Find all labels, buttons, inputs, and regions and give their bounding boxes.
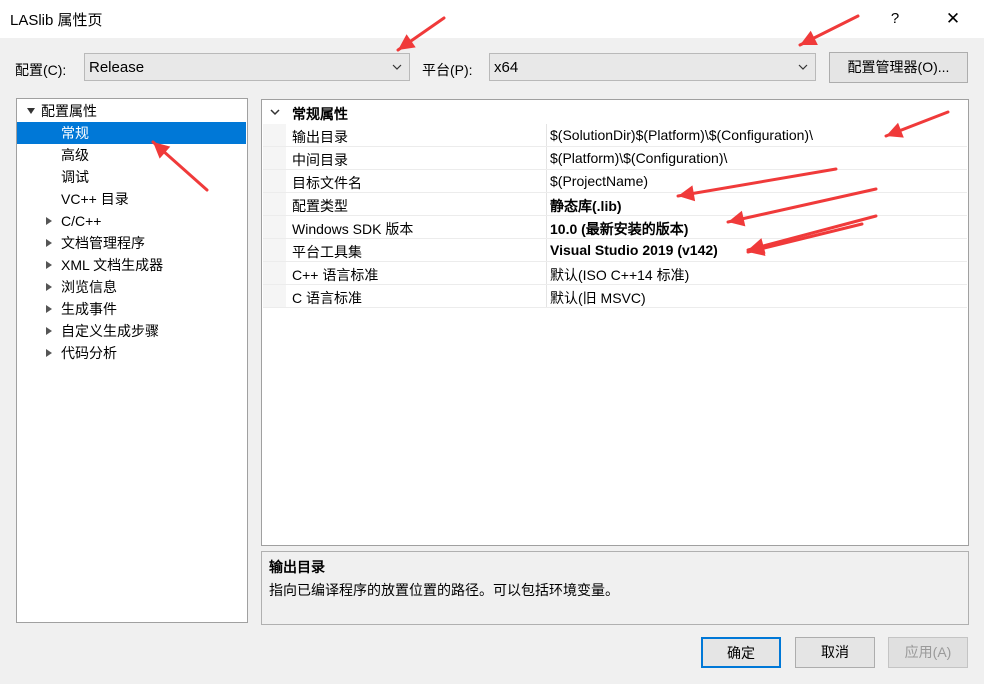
property-name: C++ 语言标准 [292, 267, 379, 283]
title-bar: LASlib 属性页 ? ✕ [0, 0, 984, 38]
tree-item[interactable]: 文档管理程序 [17, 232, 246, 254]
config-value: Release [89, 59, 145, 76]
property-value[interactable]: $(SolutionDir)$(Platform)\$(Configuratio… [550, 127, 813, 143]
tree-item-label: 自定义生成步骤 [61, 323, 159, 339]
column-divider[interactable] [546, 262, 547, 284]
property-name: 平台工具集 [292, 244, 362, 260]
property-name: C 语言标准 [292, 290, 362, 306]
column-divider[interactable] [546, 124, 547, 146]
row-gutter [263, 239, 286, 261]
property-name: 配置类型 [292, 198, 348, 214]
tree-item-label: 调试 [61, 169, 89, 185]
row-gutter [263, 147, 286, 169]
tree-item-label: 代码分析 [61, 345, 117, 361]
tree-item-label: 生成事件 [61, 301, 117, 317]
property-value[interactable]: 默认(ISO C++14 标准) [550, 265, 689, 285]
config-label: 配置(C): [15, 62, 67, 78]
column-divider[interactable] [546, 147, 547, 169]
column-divider[interactable] [546, 239, 547, 261]
platform-dropdown[interactable]: x64 [489, 53, 816, 81]
expand-icon[interactable] [46, 305, 52, 313]
tree-item[interactable]: VC++ 目录 [17, 188, 246, 210]
column-divider[interactable] [546, 285, 547, 307]
expand-icon[interactable] [46, 349, 52, 357]
property-row[interactable]: 目标文件名 $(ProjectName) [263, 170, 967, 193]
description-panel: 输出目录 指向已编译程序的放置位置的路径。可以包括环境变量。 [261, 551, 969, 625]
property-value[interactable]: $(Platform)\$(Configuration)\ [550, 150, 727, 166]
property-value[interactable]: 静态库(.lib) [550, 196, 622, 216]
tree-item-label: C/C++ [61, 213, 102, 229]
tree-item[interactable]: 常规 [17, 122, 246, 144]
tree-root-label: 配置属性 [41, 103, 97, 119]
tree-item[interactable]: C/C++ [17, 210, 246, 232]
property-name: 中间目录 [292, 152, 348, 168]
section-title: 常规属性 [292, 106, 348, 122]
cancel-button[interactable]: 取消 [795, 637, 875, 668]
row-gutter [263, 193, 286, 215]
property-row[interactable]: 输出目录 $(SolutionDir)$(Platform)\$(Configur… [263, 124, 967, 147]
row-gutter [263, 285, 286, 307]
property-row[interactable]: 中间目录 $(Platform)\$(Configuration)\ [263, 147, 967, 170]
expand-icon[interactable] [46, 217, 52, 225]
platform-value: x64 [494, 59, 519, 76]
property-grid: 常规属性 输出目录 $(SolutionDir)$(Platform)\$(Con… [261, 99, 969, 546]
section-header[interactable]: 常规属性 [263, 101, 967, 123]
chevron-down-icon[interactable] [269, 107, 281, 117]
description-title: 输出目录 [269, 559, 325, 575]
expand-icon[interactable] [46, 261, 52, 269]
tree-item-label: VC++ 目录 [61, 191, 129, 207]
property-value[interactable]: 10.0 (最新安装的版本) [550, 219, 688, 239]
expand-icon[interactable] [46, 239, 52, 247]
help-button[interactable]: ? [880, 5, 910, 33]
property-value[interactable]: $(ProjectName) [550, 173, 648, 189]
property-row[interactable]: 平台工具集 Visual Studio 2019 (v142) [263, 239, 967, 262]
chevron-down-icon [392, 64, 402, 70]
expand-icon[interactable] [46, 327, 52, 335]
close-button[interactable]: ✕ [936, 5, 970, 33]
tree-item[interactable]: 调试 [17, 166, 246, 188]
tree-item-label: 文档管理程序 [61, 235, 145, 251]
window-title: LASlib 属性页 [10, 12, 103, 29]
column-divider[interactable] [546, 170, 547, 192]
property-row[interactable]: 配置类型 静态库(.lib) [263, 193, 967, 216]
row-gutter [263, 216, 286, 238]
column-divider[interactable] [546, 216, 547, 238]
tree-item-label: 常规 [61, 125, 89, 141]
property-row[interactable]: C++ 语言标准 默认(ISO C++14 标准) [263, 262, 967, 285]
column-divider[interactable] [546, 193, 547, 215]
config-manager-button[interactable]: 配置管理器(O)... [829, 52, 968, 83]
apply-button[interactable]: 应用(A) [888, 637, 968, 668]
tree-item[interactable]: 代码分析 [17, 342, 246, 364]
property-name: Windows SDK 版本 [292, 221, 414, 237]
tree-item-label: 浏览信息 [61, 279, 117, 295]
tree-item[interactable]: 自定义生成步骤 [17, 320, 246, 342]
tree-item[interactable]: 高级 [17, 144, 246, 166]
platform-label: 平台(P): [422, 62, 473, 78]
category-tree: 配置属性 常规高级调试 VC++ 目录 C/C++ 文档管理程序 XML 文档生成器 浏览… [16, 98, 248, 623]
config-dropdown[interactable]: Release [84, 53, 410, 81]
property-name: 输出目录 [292, 129, 348, 145]
expand-icon[interactable] [46, 283, 52, 291]
ok-button[interactable]: 确定 [701, 637, 781, 668]
tree-root[interactable]: 配置属性 [17, 100, 246, 122]
tree-item[interactable]: XML 文档生成器 [17, 254, 246, 276]
tree-item-label: 高级 [61, 147, 89, 163]
row-gutter [263, 124, 286, 146]
description-text: 指向已编译程序的放置位置的路径。可以包括环境变量。 [269, 582, 619, 598]
tree-item[interactable]: 浏览信息 [17, 276, 246, 298]
property-value[interactable]: Visual Studio 2019 (v142) [550, 242, 718, 258]
row-gutter [263, 170, 286, 192]
property-row[interactable]: Windows SDK 版本 10.0 (最新安装的版本) [263, 216, 967, 239]
chevron-down-icon [798, 64, 808, 70]
collapse-icon[interactable] [27, 108, 35, 114]
property-value[interactable]: 默认(旧 MSVC) [550, 288, 646, 308]
tree-item-label: XML 文档生成器 [61, 257, 164, 273]
property-name: 目标文件名 [292, 175, 362, 191]
row-gutter [263, 262, 286, 284]
tree-item[interactable]: 生成事件 [17, 298, 246, 320]
property-row[interactable]: C 语言标准 默认(旧 MSVC) [263, 285, 967, 308]
